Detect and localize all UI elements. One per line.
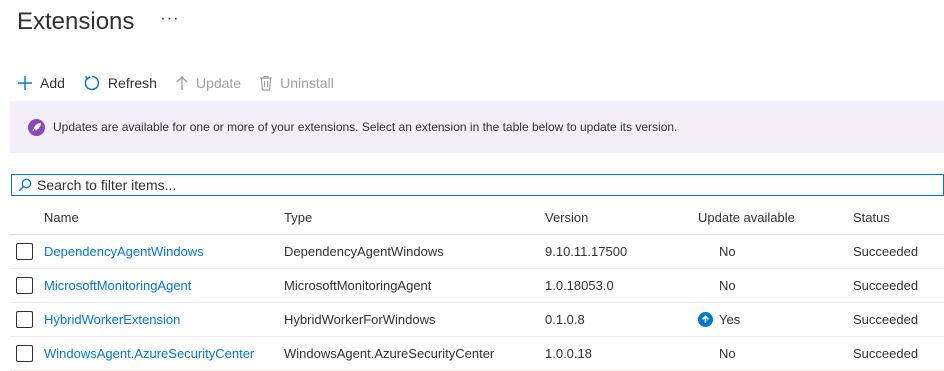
trash-icon: [260, 75, 273, 91]
column-header-version[interactable]: Version: [545, 210, 698, 225]
extension-status: Succeeded: [853, 278, 919, 293]
uninstall-button[interactable]: Uninstall: [259, 75, 334, 91]
extension-type: WindowsAgent.AzureSecurityCenter: [284, 346, 495, 361]
row-checkbox[interactable]: [16, 243, 33, 260]
arrow-up-icon: [176, 76, 188, 90]
add-button[interactable]: Add: [17, 75, 65, 91]
extensions-table: Name Type Version Update available Statu…: [10, 200, 944, 371]
update-available-value: Yes: [719, 312, 741, 327]
refresh-button[interactable]: Refresh: [83, 74, 157, 92]
row-checkbox[interactable]: [16, 311, 33, 328]
table-row[interactable]: HybridWorkerExtension HybridWorkerForWin…: [10, 303, 944, 337]
row-checkbox[interactable]: [16, 345, 33, 362]
extension-status: Succeeded: [853, 346, 919, 361]
update-available-cell: No: [698, 346, 853, 361]
extension-type: MicrosoftMonitoringAgent: [284, 278, 432, 293]
table-row[interactable]: DependencyAgentWindows DependencyAgentWi…: [10, 235, 944, 269]
update-button[interactable]: Update: [175, 75, 241, 91]
extension-name-link[interactable]: HybridWorkerExtension: [44, 312, 284, 327]
update-arrow-icon: [698, 312, 713, 327]
column-header-status[interactable]: Status: [853, 210, 943, 225]
update-available-value: No: [719, 244, 736, 259]
update-banner: Updates are available for one or more of…: [10, 101, 944, 153]
extension-type: HybridWorkerForWindows: [284, 312, 436, 327]
update-label: Update: [195, 75, 242, 91]
extension-status: Succeeded: [853, 244, 919, 259]
search-input[interactable]: [37, 177, 917, 193]
extension-name-link[interactable]: WindowsAgent.AzureSecurityCenter: [44, 346, 284, 361]
table-header: Name Type Version Update available Statu…: [10, 200, 944, 235]
extension-type: DependencyAgentWindows: [284, 244, 444, 259]
table-row[interactable]: MicrosoftMonitoringAgent MicrosoftMonito…: [10, 269, 944, 303]
search-icon: [18, 178, 32, 192]
row-checkbox[interactable]: [16, 277, 33, 294]
add-label: Add: [40, 75, 65, 91]
update-available-cell: Yes: [698, 312, 853, 327]
refresh-label: Refresh: [107, 75, 157, 91]
page-header: Extensions ···: [17, 6, 179, 38]
extension-name-link[interactable]: DependencyAgentWindows: [44, 244, 284, 259]
update-available-value: No: [719, 346, 736, 361]
update-available-cell: No: [698, 278, 853, 293]
extension-version: 9.10.11.17500: [545, 244, 628, 259]
rocket-icon: [28, 118, 45, 136]
table-row[interactable]: WindowsAgent.AzureSecurityCenter Windows…: [10, 337, 944, 371]
update-available-value: No: [719, 278, 736, 293]
extension-name-link[interactable]: MicrosoftMonitoringAgent: [44, 278, 284, 293]
banner-message: Updates are available for one or more of…: [53, 120, 678, 134]
column-header-update-available[interactable]: Update available: [698, 210, 853, 225]
update-available-cell: No: [698, 244, 853, 259]
search-box[interactable]: [11, 174, 944, 196]
extension-version: 1.0.0.18: [545, 346, 592, 361]
plus-icon: [18, 76, 32, 90]
page-title: Extensions: [17, 8, 135, 35]
extension-status: Succeeded: [853, 312, 919, 327]
column-header-name[interactable]: Name: [44, 210, 284, 225]
extension-version: 1.0.18053.0: [545, 278, 614, 293]
refresh-icon: [84, 75, 100, 91]
column-header-type[interactable]: Type: [284, 210, 545, 225]
command-bar: Add Refresh Update Uninstall: [17, 70, 352, 96]
extension-version: 0.1.0.8: [545, 312, 585, 327]
more-options-button[interactable]: ···: [160, 10, 179, 28]
uninstall-label: Uninstall: [280, 75, 334, 91]
